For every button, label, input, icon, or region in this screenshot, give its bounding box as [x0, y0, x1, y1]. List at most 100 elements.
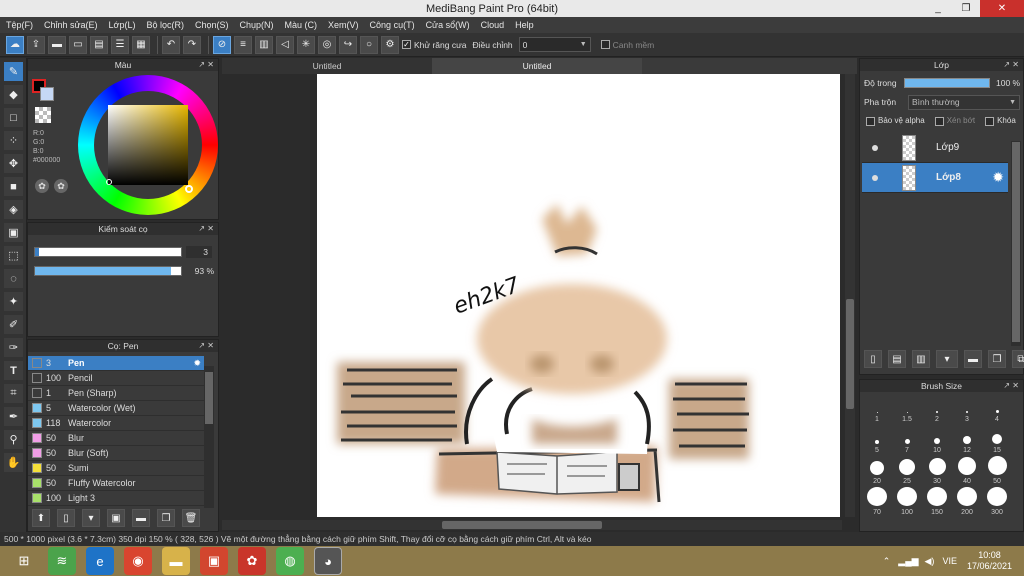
brush-size-cell[interactable]: 300	[982, 487, 1012, 518]
brush-size-cell[interactable]: 100	[892, 487, 922, 518]
brush-item[interactable]: 3 Pen ✹	[28, 356, 204, 371]
menu-window[interactable]: Cửa sổ(W)	[426, 20, 470, 30]
brush-item[interactable]: 100 Light 3	[28, 491, 204, 506]
clock[interactable]: 10:08 17/06/2021	[967, 550, 1012, 572]
background-color[interactable]	[40, 87, 54, 101]
horizontal-scrollbar[interactable]	[222, 520, 842, 530]
brush-item[interactable]: 1 Pen (Sharp)	[28, 386, 204, 401]
move-tool-icon[interactable]: ✥	[4, 154, 23, 173]
brush-list-scrollbar[interactable]	[204, 366, 214, 508]
text-tool-icon[interactable]: T	[4, 361, 23, 380]
merge-layer-icon[interactable]: ⧉	[1012, 350, 1024, 368]
folder-icon[interactable]: ▬	[132, 509, 150, 527]
volume-icon[interactable]: ◀)	[925, 556, 935, 567]
brush-size-slider[interactable]	[34, 247, 182, 257]
adjust-select[interactable]: 0 ▼	[518, 37, 591, 52]
menu-file[interactable]: Tệp(F)	[6, 20, 33, 30]
brush-item[interactable]: 50 Sumi	[28, 461, 204, 476]
brush-size-cell[interactable]: 1	[862, 394, 892, 425]
canh-mem-checkbox[interactable]: Canh mềm	[600, 40, 654, 50]
brush-item[interactable]: 100 Pencil	[28, 371, 204, 386]
radial-snap-icon[interactable]: ✳	[297, 35, 315, 54]
network-icon[interactable]: ▂▄▆	[898, 556, 918, 567]
menu-view[interactable]: Xem(V)	[328, 20, 359, 30]
brush-item[interactable]: 5 Watercolor (Wet)	[28, 401, 204, 416]
scroll-thumb[interactable]	[442, 521, 602, 529]
duplicate-icon[interactable]: ❐	[157, 509, 175, 527]
snap-off-icon[interactable]: ⊘	[213, 35, 231, 54]
brush-item[interactable]: 50 Blur (Soft)	[28, 446, 204, 461]
language-indicator[interactable]: VIE	[942, 556, 957, 566]
chat-icon[interactable]: ▭	[69, 35, 87, 54]
brush-size-cell[interactable]: 4	[982, 394, 1012, 425]
add-layer-menu-icon[interactable]: ▾	[936, 350, 958, 368]
page-icon[interactable]: ▤	[90, 35, 108, 54]
brush-size-cell[interactable]: 5	[862, 425, 892, 456]
close-button[interactable]: ✕	[980, 0, 1024, 17]
brush-item[interactable]: 118 Watercolor	[28, 416, 204, 431]
menu-select[interactable]: Chọn(S)	[195, 20, 229, 30]
panel-close-icon[interactable]: ↗ ✕	[198, 340, 214, 352]
visibility-icon[interactable]	[872, 144, 878, 151]
brush-size-cell[interactable]: 2	[922, 394, 952, 425]
antialias-checkbox[interactable]: ✓ Khử răng cưa	[402, 40, 467, 50]
menu-filter[interactable]: Bộ lọc(R)	[146, 20, 184, 30]
lasso-tool-icon[interactable]: ◌	[4, 269, 23, 288]
ellipse-snap-icon[interactable]: ○	[360, 35, 378, 54]
bucket-tool-icon[interactable]: ◈	[4, 200, 23, 219]
canvas-paper[interactable]: eh2k7	[317, 74, 840, 517]
gradient-tool-icon[interactable]: ▣	[4, 223, 23, 242]
brush-size-cell[interactable]: 1.5	[892, 394, 922, 425]
new-brush-icon[interactable]: ▯	[57, 509, 75, 527]
gear-icon[interactable]: ✹	[992, 169, 1008, 186]
edge-icon[interactable]: e	[86, 547, 114, 575]
scroll-thumb[interactable]	[1012, 142, 1020, 342]
select-tool-icon[interactable]: ⬚	[4, 246, 23, 265]
duplicate-layer-icon[interactable]: ❐	[988, 350, 1006, 368]
brush-size-value[interactable]: 3	[186, 246, 212, 258]
menu-tools[interactable]: Công cụ(T)	[370, 20, 415, 30]
brush-size-cell[interactable]: 3	[952, 394, 982, 425]
brush-tool-icon[interactable]: ✎	[4, 62, 23, 81]
protect-alpha-checkbox[interactable]: Bảo vệ alpha	[866, 116, 925, 126]
brush-size-cell[interactable]: 50	[982, 456, 1012, 487]
rect-tool-icon[interactable]: □	[4, 108, 23, 127]
layer-opacity-slider[interactable]	[904, 78, 990, 88]
undo-icon[interactable]: ↶	[162, 35, 180, 54]
file-explorer-icon[interactable]: ▬	[162, 547, 190, 575]
comment-icon[interactable]: ▬	[48, 35, 66, 54]
brush-size-cell[interactable]: 10	[922, 425, 952, 456]
layer-item[interactable]: Lớp8 ✹	[862, 163, 1008, 193]
brush-item[interactable]: 50 Fluffy Watercolor	[28, 476, 204, 491]
new-layer-icon[interactable]: ▯	[864, 350, 882, 368]
menu-color[interactable]: Màu (C)	[285, 20, 318, 30]
eyedropper-icon[interactable]: ⚲	[4, 430, 23, 449]
layer-folder-icon[interactable]: ▬	[964, 350, 982, 368]
new-halftone-layer-icon[interactable]: ▥	[912, 350, 930, 368]
saturation-square[interactable]	[108, 105, 188, 185]
medibang-taskbar-icon[interactable]: ◕	[314, 547, 342, 575]
brush-size-cell[interactable]: 30	[922, 456, 952, 487]
palette-icon[interactable]: ✿	[35, 179, 49, 193]
brush-item[interactable]: 50 Blur	[28, 431, 204, 446]
list-icon[interactable]: ☰	[111, 35, 129, 54]
transparent-color[interactable]	[35, 107, 51, 123]
fill-rect-tool-icon[interactable]: ■	[4, 177, 23, 196]
opacity-slider[interactable]	[34, 266, 182, 276]
panel-close-icon[interactable]: ↗ ✕	[198, 59, 214, 71]
snap-settings-icon[interactable]: ⚙	[381, 35, 399, 54]
scroll-thumb[interactable]	[205, 372, 213, 424]
tab-untitled-1[interactable]: Untitled	[222, 58, 432, 74]
tab-untitled-2[interactable]: Untitled	[432, 58, 642, 74]
color-picker-handle[interactable]	[106, 179, 112, 185]
share-icon[interactable]: ⇪	[27, 35, 45, 54]
brush-size-cell[interactable]: 40	[952, 456, 982, 487]
brush-size-cell[interactable]: 20	[862, 456, 892, 487]
brush-size-cell[interactable]: 200	[952, 487, 982, 518]
vertical-scrollbar[interactable]	[845, 74, 855, 517]
menu-snap[interactable]: Chụp(N)	[240, 20, 274, 30]
tray-chevron-icon[interactable]: ⌃	[883, 556, 891, 567]
minimize-button[interactable]: _	[924, 0, 952, 17]
menu-edit[interactable]: Chỉnh sửa(E)	[44, 20, 98, 30]
pen-tool-icon[interactable]: ✒	[4, 407, 23, 426]
